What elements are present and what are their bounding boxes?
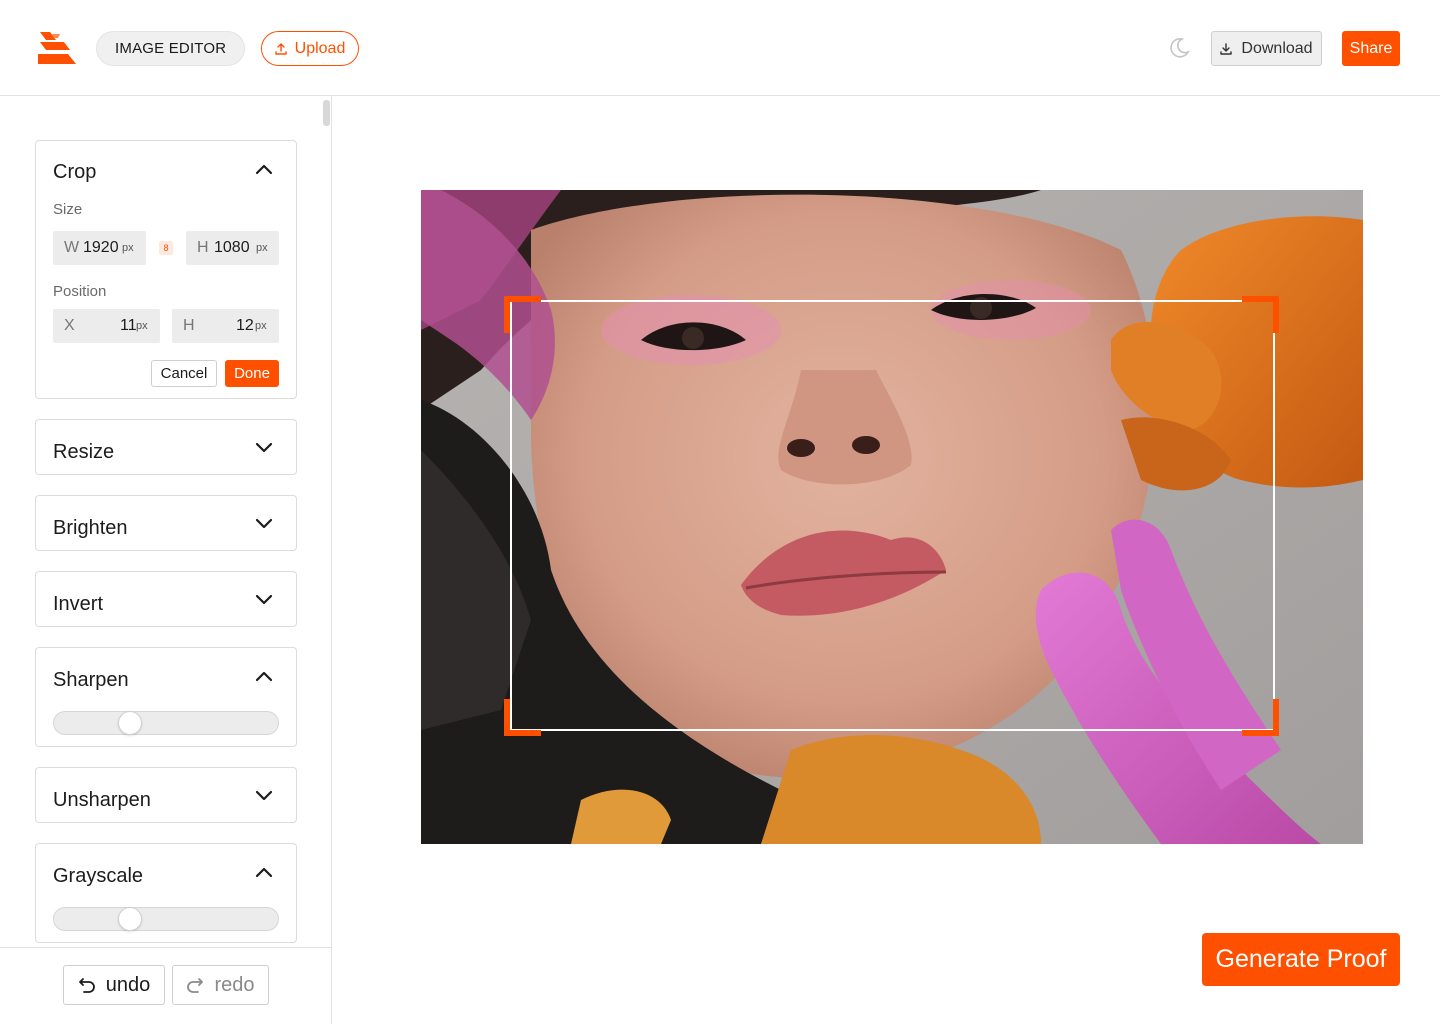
position-x-value: 11: [120, 317, 137, 334]
sharpen-panel-title[interactable]: Sharpen: [53, 669, 129, 692]
position-label: Position: [53, 283, 107, 300]
crop-handle-bottom-left[interactable]: [504, 699, 541, 736]
download-button[interactable]: Download: [1211, 31, 1322, 66]
brighten-panel[interactable]: Brighten: [35, 495, 297, 551]
sharpen-slider[interactable]: [53, 711, 279, 735]
crop-panel-title[interactable]: Crop: [53, 161, 96, 184]
resize-panel[interactable]: Resize: [35, 419, 297, 475]
chevron-up-icon[interactable]: [255, 670, 273, 682]
share-button[interactable]: Share: [1342, 31, 1400, 66]
width-prefix: W: [64, 239, 80, 256]
download-label: Download: [1241, 39, 1313, 57]
sharpen-panel: Sharpen: [35, 647, 297, 747]
crop-cancel-button[interactable]: Cancel: [151, 360, 217, 387]
download-icon: [1220, 42, 1233, 55]
width-unit: px: [122, 242, 134, 254]
generate-proof-button[interactable]: Generate Proof: [1202, 933, 1400, 986]
crop-handle-top-left[interactable]: [504, 296, 541, 333]
chevron-down-icon[interactable]: [255, 518, 273, 530]
redo-label: redo: [214, 973, 255, 996]
height-value: 1080: [214, 239, 250, 256]
grayscale-panel: Grayscale: [35, 843, 297, 943]
brighten-panel-title: Brighten: [53, 517, 128, 539]
chevron-down-icon[interactable]: [255, 790, 273, 802]
position-x-prefix: X: [64, 317, 75, 334]
position-h-prefix: H: [183, 317, 195, 334]
width-value: 1920: [83, 239, 119, 256]
height-prefix: H: [197, 239, 209, 256]
undo-icon: [78, 978, 95, 993]
position-x-unit: px: [136, 320, 148, 332]
crop-done-button[interactable]: Done: [225, 360, 279, 387]
chevron-up-icon[interactable]: [255, 163, 273, 175]
upload-icon: [274, 42, 287, 55]
brand-logo-icon[interactable]: [38, 32, 78, 64]
position-h-value: 12: [236, 317, 254, 334]
unsharpen-panel-title: Unsharpen: [53, 789, 151, 811]
tools-sidebar: Crop Size W 1920 px 8 H 1080 px Position…: [0, 96, 332, 1024]
height-unit: px: [256, 242, 268, 254]
top-header: IMAGE EDITOR Upload Download Share: [0, 0, 1440, 96]
invert-panel-title: Invert: [53, 593, 104, 615]
position-h-unit: px: [255, 320, 267, 332]
app-title: IMAGE EDITOR: [96, 31, 246, 66]
undo-button[interactable]: undo: [63, 965, 165, 1005]
resize-panel-title: Resize: [53, 441, 115, 463]
redo-icon: [187, 978, 204, 993]
height-field[interactable]: H 1080 px: [186, 231, 279, 265]
moon-icon[interactable]: [1168, 37, 1190, 59]
size-label: Size: [53, 201, 83, 218]
chevron-down-icon[interactable]: [255, 594, 273, 606]
sharpen-slider-thumb[interactable]: [118, 711, 142, 735]
redo-button[interactable]: redo: [172, 965, 269, 1005]
history-bar: undo redo: [0, 947, 331, 1024]
crop-handle-top-right[interactable]: [1242, 296, 1279, 333]
crop-selection-box[interactable]: [510, 300, 1275, 731]
upload-button[interactable]: Upload: [261, 31, 359, 66]
undo-label: undo: [105, 973, 151, 996]
upload-label: Upload: [294, 39, 346, 57]
grayscale-panel-title[interactable]: Grayscale: [53, 865, 143, 888]
aspect-lock-icon[interactable]: 8: [159, 241, 173, 255]
grayscale-slider[interactable]: [53, 907, 279, 931]
position-x-field[interactable]: X 11 px: [53, 309, 160, 343]
grayscale-slider-thumb[interactable]: [118, 907, 142, 931]
chevron-down-icon[interactable]: [255, 442, 273, 454]
chevron-up-icon[interactable]: [255, 866, 273, 878]
unsharpen-panel[interactable]: Unsharpen: [35, 767, 297, 823]
width-field[interactable]: W 1920 px: [53, 231, 146, 265]
position-h-field[interactable]: H 12 px: [172, 309, 279, 343]
sidebar-scrollbar[interactable]: [323, 100, 330, 126]
invert-panel[interactable]: Invert: [35, 571, 297, 627]
crop-handle-bottom-right[interactable]: [1242, 699, 1279, 736]
